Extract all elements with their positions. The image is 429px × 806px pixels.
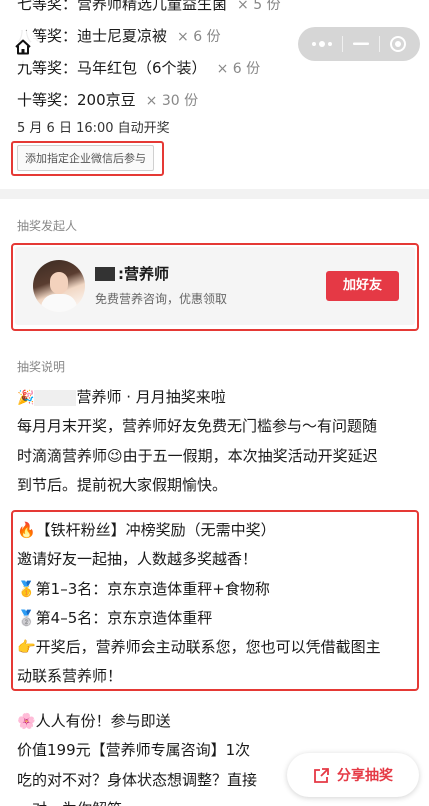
capsule-divider xyxy=(342,36,344,52)
miniprogram-capsule xyxy=(298,27,420,61)
explain-para-1: 🎉 营养师 · 月月抽奖来啦 每月月末开奖，营养师好友免费无门槛参与～有问题随 时… xyxy=(17,383,417,500)
prize-name: 迪士尼夏凉被 xyxy=(77,27,168,45)
prize-qty: × 6 份 xyxy=(177,29,221,45)
prize-qty: × 30 份 xyxy=(145,93,199,109)
more-dots-icon[interactable] xyxy=(311,40,333,48)
prize-name: 马年红包（6个装） xyxy=(77,59,207,77)
highlight-outline xyxy=(11,243,419,331)
section-divider xyxy=(0,189,429,199)
explain-line: 时滴滴营养师😉由于五一假期，本次抽奖活动开奖延迟 xyxy=(17,446,378,465)
share-icon xyxy=(314,767,329,783)
host-section-title: 抽奖发起人 xyxy=(17,219,78,233)
minimize-icon[interactable] xyxy=(352,42,369,46)
name-redaction xyxy=(34,389,77,406)
explain-section-title: 抽奖说明 xyxy=(17,360,66,374)
close-target-icon[interactable] xyxy=(389,35,407,53)
explain-line: 🌸人人有份！参与即送 xyxy=(17,712,171,730)
home-icon xyxy=(15,39,31,55)
prize-name: 营养师精选儿童益生菌 xyxy=(77,0,228,13)
share-button-label: 分享抽奖 xyxy=(337,768,393,784)
explain-line: 到节后。提前祝大家假期愉快。 xyxy=(17,475,228,494)
home-button[interactable] xyxy=(6,30,40,64)
prize-row: 十等奖：200京豆 × 30 份 xyxy=(17,84,417,116)
prize-row: 七等奖：营养师精选儿童益生菌 × 5 份 xyxy=(17,0,417,20)
prize-rank: 七等奖： xyxy=(17,0,78,13)
highlight-outline xyxy=(11,141,164,176)
explain-line: 每月月末开奖，营养师好友免费无门槛参与～有问题随 xyxy=(17,417,378,436)
explain-title: 营养师 · 月月抽奖来啦 xyxy=(76,388,226,406)
prize-name: 200京豆 xyxy=(77,91,136,109)
prize-qty: × 5 份 xyxy=(237,0,281,13)
share-lottery-button[interactable]: 分享抽奖 xyxy=(287,753,419,797)
explain-line: 🎉 营养师 · 月月抽奖来啦 xyxy=(17,383,417,412)
prize-rank: 十等奖： xyxy=(17,91,78,109)
capsule-divider xyxy=(378,36,380,52)
prize-qty: × 6 份 xyxy=(216,61,261,77)
party-icon: 🎉 xyxy=(17,390,35,406)
draw-time: 5 月 6 日 16:00 自动开奖 xyxy=(17,121,170,136)
highlight-outline xyxy=(11,510,419,691)
